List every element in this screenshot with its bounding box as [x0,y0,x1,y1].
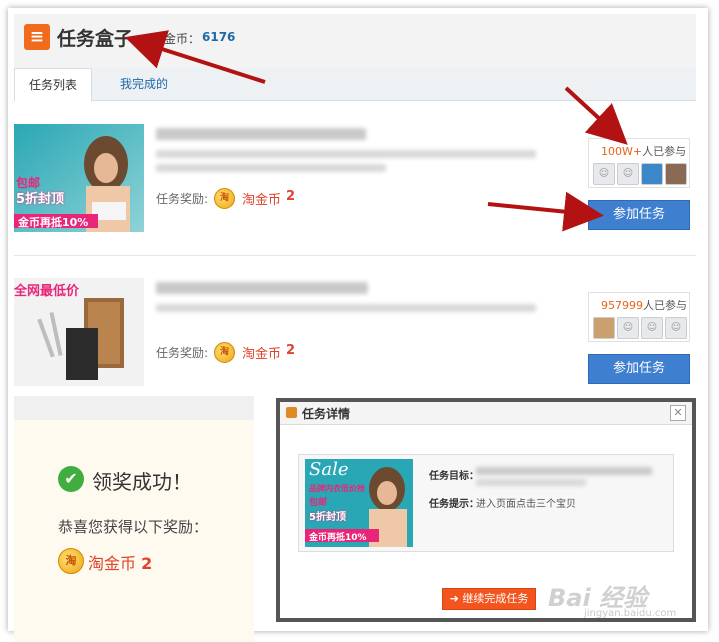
reward-label: 任务奖励: [156,192,209,206]
banner-text: Sale [309,459,349,480]
avatar[interactable]: ☺ [593,163,615,185]
task-item: 包邮 5折封顶 金币再抵10% 任务奖励: 淘 淘金币 2 100W+人已参与 … [14,124,696,252]
app-header: ≡ 任务盒子 淘金币： 6176 [14,14,696,68]
participants-count: 100W+ [601,145,643,158]
reward-amount: 2 [286,343,296,358]
avatar[interactable] [665,163,687,185]
task-hint-label: 任务提示： [429,499,479,510]
join-task-button[interactable]: 参加任务 [588,200,690,230]
join-task-button[interactable]: 参加任务 [588,354,690,384]
success-reward-amount: 2 [141,554,153,573]
task-hint-value: 进入页面点击三个宝贝 [476,499,576,510]
banner-text: 金币再抵10% [18,216,89,229]
banner-text: 品牌内衣低价抢 [309,484,365,493]
banner-text: 5折封顶 [16,192,65,207]
task-desc-blurred [156,304,536,312]
dialog-box-icon [286,407,297,418]
check-icon: ✔ [58,466,84,492]
coin-balance-value: 6176 [202,30,236,44]
banner-text: 金币再抵10% [309,533,367,543]
reward-amount: 2 [286,189,296,204]
avatar[interactable]: ☺ [641,317,663,339]
task-goal-value-blurred [476,467,652,475]
dialog-banner-image[interactable]: Sale 品牌内衣低价抢 包邮 5折封顶 金币再抵10% [305,459,413,547]
avatar[interactable]: ☺ [617,163,639,185]
participants-text: 人已参与 [643,299,687,312]
dialog-task-card: Sale 品牌内衣低价抢 包邮 5折封顶 金币再抵10% 任务目标： 任务提示：… [298,454,674,552]
participants-text: 人已参与 [642,145,687,158]
reward-success-panel: ✔ 领奖成功！ 恭喜您获得以下奖励： 淘 淘金币 2 [14,396,254,642]
taojinbi-coin-icon: 淘 [58,548,84,574]
task-divider [14,255,696,256]
avatar[interactable]: ☺ [617,317,639,339]
task-desc-blurred [156,150,536,158]
task-banner-image[interactable]: 包邮 5折封顶 金币再抵10% [14,124,144,232]
participants-box: 100W+人已参与 ☺ ☺ [588,138,690,188]
success-title: 领奖成功！ [92,470,192,494]
avatar[interactable] [641,163,663,185]
task-goal-label: 任务目标： [429,471,479,482]
taojinbi-coin-icon: 淘 [214,188,235,209]
coin-balance-label: 淘金币： [152,32,201,46]
app-title: 任务盒子 [57,28,134,50]
task-desc-blurred [156,164,386,172]
tab-bar: 任务列表 我完成的 [14,68,696,102]
avatar[interactable]: ☺ [665,317,687,339]
task-item: 全网最低价 任务奖励: 淘 淘金币 2 957999人已参与 ☺ ☺ ☺ 参加任… [14,278,696,406]
banner-text: 包邮 [309,498,328,508]
success-reward-name: 淘金币 [88,554,137,573]
success-message: 恭喜您获得以下奖励： [58,518,209,536]
task-goal-value-blurred [476,479,586,486]
banner-text: 5折封顶 [309,512,346,523]
banner-text: 全网最低价 [14,284,80,299]
task-title-blurred [156,128,366,140]
participants-count: 957999 [601,299,643,312]
reward-name: 淘金币 [242,347,282,362]
app-logo-icon: ≡ [24,24,50,50]
dialog-title: 任务详情 [302,407,351,421]
avatar[interactable] [593,317,615,339]
continue-task-button[interactable]: ➜ 继续完成任务 [442,588,536,610]
task-title-blurred [156,282,368,294]
taojinbi-coin-icon: 淘 [214,342,235,363]
tab-completed[interactable]: 我完成的 [106,68,182,100]
tab-task-list[interactable]: 任务列表 [14,68,93,102]
participants-box: 957999人已参与 ☺ ☺ ☺ [588,292,690,342]
task-banner-image[interactable]: 全网最低价 [14,278,144,386]
dialog-header: 任务详情 ✕ [280,402,692,425]
reward-name: 淘金币 [242,193,282,208]
watermark-url: jingyan.baidu.com [584,608,677,619]
close-icon[interactable]: ✕ [670,405,686,421]
reward-label: 任务奖励: [156,346,209,360]
